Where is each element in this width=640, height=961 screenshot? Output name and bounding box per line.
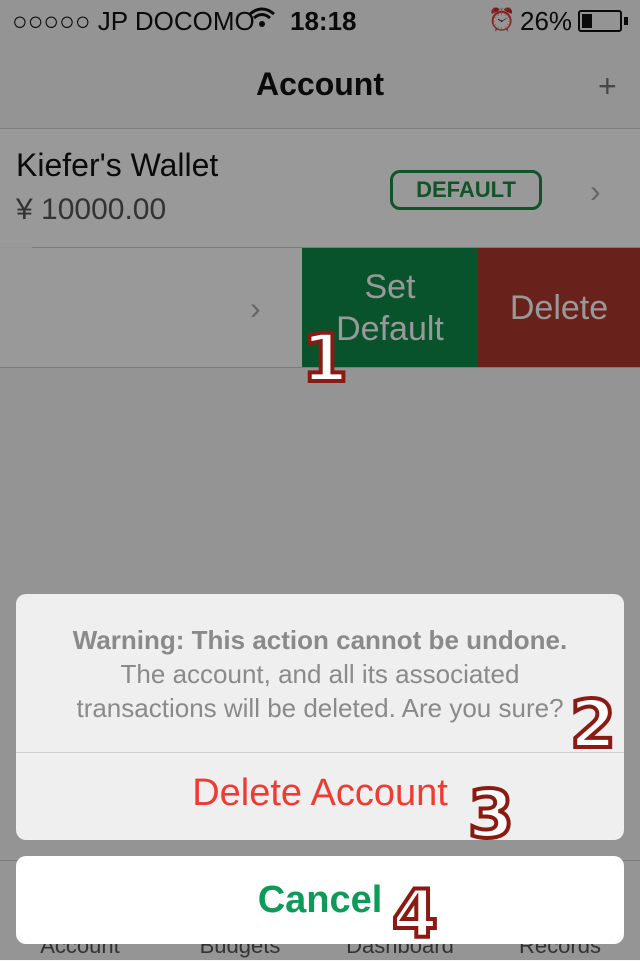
action-sheet-message: Warning: This action cannot be undone. T… <box>16 594 624 752</box>
annotation-3: 3 <box>466 774 516 855</box>
action-sheet: Warning: This action cannot be undone. T… <box>16 594 624 840</box>
annotation-1: 1 <box>300 318 350 399</box>
annotation-2: 2 <box>568 684 618 765</box>
annotation-4: 4 <box>390 874 440 955</box>
cancel-button[interactable]: Cancel <box>16 856 624 944</box>
message-line: The account, and all its associated <box>120 659 520 689</box>
message-line: transactions will be deleted. Are you su… <box>76 693 564 723</box>
warning-text: Warning: This action cannot be undone. <box>72 625 568 655</box>
delete-account-button[interactable]: Delete Account <box>16 753 624 840</box>
